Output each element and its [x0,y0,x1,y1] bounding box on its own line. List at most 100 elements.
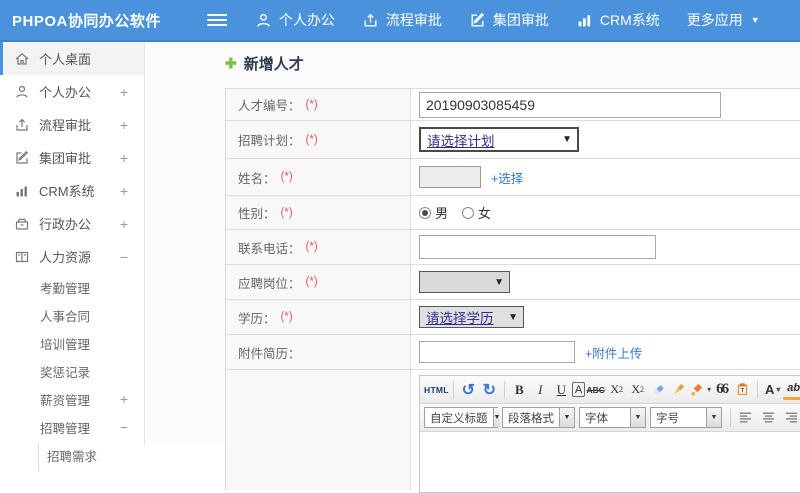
main-content: ✚ 新增人才 人才编号：(*) 招聘计划：(*) 请选择计划 ▼ [146,42,800,493]
form-row-resume-file: 附件简历： +附件上传 [226,335,800,370]
expand-plus-icon[interactable]: + [120,117,128,133]
sidebar-item-hr-contract[interactable]: 人事合同 [0,301,144,329]
paragraph-format-select[interactable]: 段落格式 ▼ [502,407,575,428]
name-input[interactable] [419,166,481,188]
new-talent-form: 人才编号：(*) 招聘计划：(*) 请选择计划 ▼ 姓名：(*) [225,88,800,493]
person-icon [255,12,272,29]
sidebar-item-rewards[interactable]: 奖惩记录 [0,357,144,385]
font-family-select[interactable]: 字体 ▼ [579,407,646,428]
collapse-minus-icon[interactable]: − [120,249,128,265]
expand-plus-icon[interactable]: + [120,84,128,100]
sidebar-item-label: 培训管理 [40,337,91,352]
combo-arrow-icon: ▼ [492,408,501,427]
sidebar-item-label: 流程审批 [39,118,92,133]
recruit-plan-select[interactable]: 请选择计划 ▼ [419,127,579,152]
sidebar-item-personal-office[interactable]: 个人办公 + [0,75,144,108]
menu-toggle-icon[interactable] [206,11,227,29]
required-mark: (*) [305,98,318,111]
topnav-crm[interactable]: CRM系统 [576,10,660,30]
field-label: 学历： (*) [226,300,411,334]
required-mark: (*) [305,241,318,253]
person-icon [14,84,30,100]
combo-arrow-icon: ▼ [706,408,721,427]
topnav-group-approval[interactable]: 集团审批 [469,10,549,30]
sidebar-item-salary[interactable]: 薪资管理 + [0,385,144,413]
collapse-minus-icon[interactable]: − [120,419,128,435]
editor-content-area[interactable] [420,432,800,492]
expand-plus-icon[interactable]: + [120,216,128,232]
sidebar-item-label: 行政办公 [39,217,92,232]
subscript-button[interactable]: X2 [627,379,648,400]
attachment-upload-link[interactable]: +附件上传 [585,343,642,362]
form-row-education: 学历： (*) 请选择学历 ▼ [226,300,800,335]
undo-button[interactable]: ↺ [458,379,479,400]
sidebar-item-label: 招聘需求 [47,449,98,464]
combo-arrow-icon: ▼ [630,408,645,427]
blockquote-button[interactable]: 66 [711,379,732,400]
process-icon [362,12,379,29]
expand-plus-icon[interactable]: + [120,391,128,407]
required-mark: (*) [305,276,318,288]
field-label [226,370,411,490]
source-code-button[interactable]: HTML [424,379,449,400]
clear-format-broom-icon[interactable] [669,379,690,400]
form-row-resume-content: HTML ↺ ↻ B I U A ABC X2 X2 ▾ 66 T A ▾ ab… [226,370,800,493]
choose-person-link[interactable]: +选择 [491,168,523,187]
add-plus-icon: ✚ [225,55,237,71]
sidebar-item-group-approval[interactable]: 集团审批 + [0,141,144,174]
expand-plus-icon[interactable]: + [120,150,128,166]
caret-down-icon: ▾ [776,385,781,394]
strikethrough-button[interactable]: ABC [585,379,606,400]
sidebar-item-hr[interactable]: 人力资源 − [0,240,144,273]
chart-icon [576,12,593,29]
resume-file-input[interactable] [419,341,575,363]
bold-button[interactable]: B [509,379,530,400]
highlight-color-button[interactable]: ab [783,379,800,400]
education-select[interactable]: 请选择学历 ▼ [419,306,524,328]
caret-down-icon: ▼ [750,15,760,25]
talent-id-input[interactable] [419,91,721,118]
sidebar-item-process-approval[interactable]: 流程审批 + [0,108,144,141]
form-row-name: 姓名： (*) +选择 [226,159,800,196]
sidebar-item-admin-office[interactable]: 行政办公 + [0,207,144,240]
sidebar-item-attendance[interactable]: 考勤管理 [0,273,144,301]
font-color-button[interactable]: A ▾ [762,379,783,400]
custom-heading-select[interactable]: 自定义标题 ▼ [424,407,501,428]
align-right-icon[interactable] [781,407,800,428]
font-size-select[interactable]: 字号 ▼ [650,407,722,428]
position-select[interactable]: ▼ [419,271,510,293]
required-mark: (*) [280,171,293,183]
sidebar-item-label: 集团审批 [39,151,92,166]
sidebar-item-desktop[interactable]: 个人桌面 [0,42,144,75]
sidebar-item-recruit-demand[interactable]: 招聘需求 [0,441,144,471]
book-icon [14,249,30,265]
rich-text-editor: HTML ↺ ↻ B I U A ABC X2 X2 ▾ 66 T A ▾ ab… [419,375,800,493]
topnav-process-approval[interactable]: 流程审批 [362,10,442,30]
sidebar-item-recruit-mgmt[interactable]: 招聘管理 − [0,413,144,441]
sidebar-item-label: 个人办公 [39,85,92,100]
align-center-icon[interactable] [758,407,779,428]
gender-male-radio[interactable] [419,206,431,219]
phone-input[interactable] [419,235,656,259]
form-row-talent-id: 人才编号： (*) [226,89,800,121]
format-brush-icon[interactable]: ▾ [690,379,711,400]
char-border-button[interactable]: A [571,382,586,397]
align-left-icon[interactable] [735,407,756,428]
topnav-label: 更多应用 [686,12,743,28]
process-icon [14,117,30,133]
gender-female-radio[interactable] [462,206,475,219]
required-mark: (*) [280,311,293,323]
italic-button[interactable]: I [530,379,551,400]
eraser-icon[interactable] [648,379,669,400]
topnav-more-apps[interactable]: 更多应用 ▼ [687,10,760,30]
topnav-personal-office[interactable]: 个人办公 [255,10,335,30]
expand-plus-icon[interactable]: + [120,183,128,199]
sidebar-item-crm[interactable]: CRM系统 + [0,174,144,207]
redo-button[interactable]: ↻ [479,379,500,400]
sidebar-item-training[interactable]: 培训管理 [0,329,144,357]
paste-text-icon[interactable]: T [732,379,753,400]
field-label: 人才编号： (*) [226,89,411,120]
superscript-button[interactable]: X2 [606,379,627,400]
underline-button[interactable]: U [551,379,572,400]
select-arrow-icon: ▼ [562,134,572,145]
